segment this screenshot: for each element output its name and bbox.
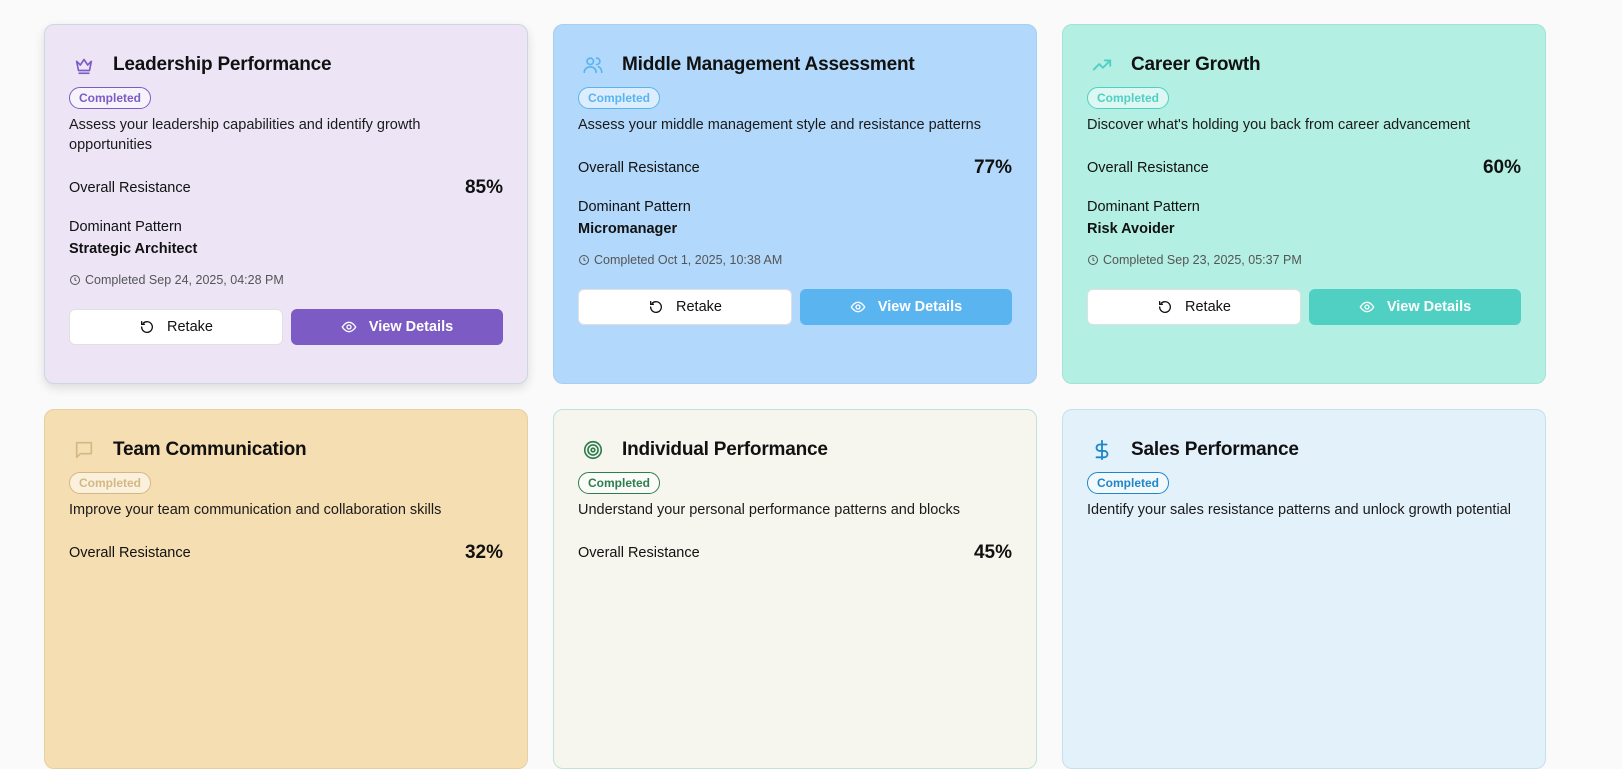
card-description: Discover what's holding you back from ca…: [1087, 117, 1471, 133]
assessment-grid: Leadership Performance Completed Assess …: [44, 24, 1546, 769]
retake-label: Retake: [167, 319, 213, 335]
card-header: Team Communication: [69, 434, 503, 466]
eye-icon: [1359, 301, 1375, 313]
card-description: Improve your team communication and coll…: [69, 502, 442, 518]
pattern-value: Risk Avoider: [1087, 221, 1175, 237]
status-badge: Completed: [1087, 87, 1170, 109]
resistance-value: 85%: [464, 177, 503, 198]
completed-text: Completed Sep 24, 2025, 04:28 PM: [85, 273, 284, 287]
resistance-row: Overall Resistance 85%: [69, 177, 503, 199]
message-icon: [71, 437, 97, 463]
completed-date: Completed Oct 1, 2025, 10:38 AM: [578, 253, 1012, 267]
view-details-button[interactable]: View Details: [800, 289, 1012, 325]
clock-icon: [579, 255, 589, 265]
completed-text: Completed Sep 23, 2025, 05:37 PM: [1103, 253, 1302, 267]
card-header: Sales Performance: [1087, 434, 1521, 466]
retake-icon: [1159, 301, 1172, 313]
card-title: Leadership Performance: [113, 54, 332, 75]
resistance-row: Overall Resistance 60%: [1087, 157, 1521, 179]
completed-text: Completed Oct 1, 2025, 10:38 AM: [594, 253, 783, 267]
pattern-value: Micromanager: [578, 221, 678, 237]
card-title: Sales Performance: [1131, 439, 1299, 460]
card-sales-performance[interactable]: Sales Performance Completed Identify you…: [1062, 409, 1546, 769]
view-details-button[interactable]: View Details: [291, 309, 503, 345]
resistance-value: 77%: [973, 157, 1012, 178]
eye-icon: [341, 321, 357, 333]
resistance-label: Overall Resistance: [578, 160, 700, 176]
resistance-value: 45%: [973, 542, 1012, 563]
clock-icon: [70, 275, 80, 285]
retake-icon: [141, 321, 154, 333]
card-description: Understand your personal performance pat…: [578, 502, 961, 518]
resistance-label: Overall Resistance: [69, 545, 191, 561]
completed-date: Completed Sep 24, 2025, 04:28 PM: [69, 273, 503, 287]
resistance-label: Overall Resistance: [1087, 160, 1209, 176]
pattern-label: Dominant Pattern: [69, 219, 182, 235]
retake-icon: [650, 301, 663, 313]
card-leadership-performance[interactable]: Leadership Performance Completed Assess …: [44, 24, 528, 384]
users-icon: [580, 52, 606, 78]
trending-up-icon: [1089, 52, 1115, 78]
card-title: Team Communication: [113, 439, 307, 460]
dollar-icon: [1089, 437, 1115, 463]
pattern-value: Strategic Architect: [69, 241, 198, 257]
retake-label: Retake: [1185, 299, 1231, 315]
resistance-label: Overall Resistance: [578, 545, 700, 561]
clock-icon: [1088, 255, 1098, 265]
status-badge: Completed: [578, 87, 661, 109]
resistance-row: Overall Resistance 32%: [69, 542, 503, 564]
card-title: Middle Management Assessment: [622, 54, 915, 75]
card-description: Identify your sales resistance patterns …: [1087, 502, 1511, 518]
status-badge: Completed: [69, 472, 152, 494]
card-header: Career Growth: [1087, 49, 1521, 81]
retake-button[interactable]: Retake: [69, 309, 283, 345]
card-header: Individual Performance: [578, 434, 1012, 466]
view-details-label: View Details: [877, 299, 963, 315]
resistance-label: Overall Resistance: [69, 180, 191, 196]
pattern-label: Dominant Pattern: [578, 199, 691, 215]
view-details-button[interactable]: View Details: [1309, 289, 1521, 325]
pattern-label: Dominant Pattern: [1087, 199, 1200, 215]
view-details-label: View Details: [1386, 299, 1472, 315]
card-description: Assess your leadership capabilities and …: [69, 117, 421, 153]
completed-date: Completed Sep 23, 2025, 05:37 PM: [1087, 253, 1521, 267]
card-header: Leadership Performance: [69, 49, 503, 81]
crown-icon: [71, 52, 97, 78]
retake-button[interactable]: Retake: [1087, 289, 1301, 325]
status-badge: Completed: [1087, 472, 1170, 494]
card-title: Individual Performance: [622, 439, 828, 460]
status-badge: Completed: [69, 87, 152, 109]
view-details-label: View Details: [368, 319, 454, 335]
resistance-value: 32%: [464, 542, 503, 563]
status-badge: Completed: [578, 472, 661, 494]
card-middle-management-assessment[interactable]: Middle Management Assessment Completed A…: [553, 24, 1037, 384]
card-actions: Retake View Details: [1087, 289, 1521, 325]
eye-icon: [850, 301, 866, 313]
card-actions: Retake View Details: [578, 289, 1012, 325]
card-individual-performance[interactable]: Individual Performance Completed Underst…: [553, 409, 1037, 769]
card-title: Career Growth: [1131, 54, 1261, 75]
resistance-row: Overall Resistance 45%: [578, 542, 1012, 564]
card-career-growth[interactable]: Career Growth Completed Discover what's …: [1062, 24, 1546, 384]
target-icon: [580, 437, 606, 463]
card-actions: Retake View Details: [69, 309, 503, 345]
resistance-row: Overall Resistance 77%: [578, 157, 1012, 179]
retake-button[interactable]: Retake: [578, 289, 792, 325]
card-team-communication[interactable]: Team Communication Completed Improve you…: [44, 409, 528, 769]
resistance-value: 60%: [1482, 157, 1521, 178]
card-header: Middle Management Assessment: [578, 49, 1012, 81]
retake-label: Retake: [676, 299, 722, 315]
card-description: Assess your middle management style and …: [578, 117, 981, 133]
